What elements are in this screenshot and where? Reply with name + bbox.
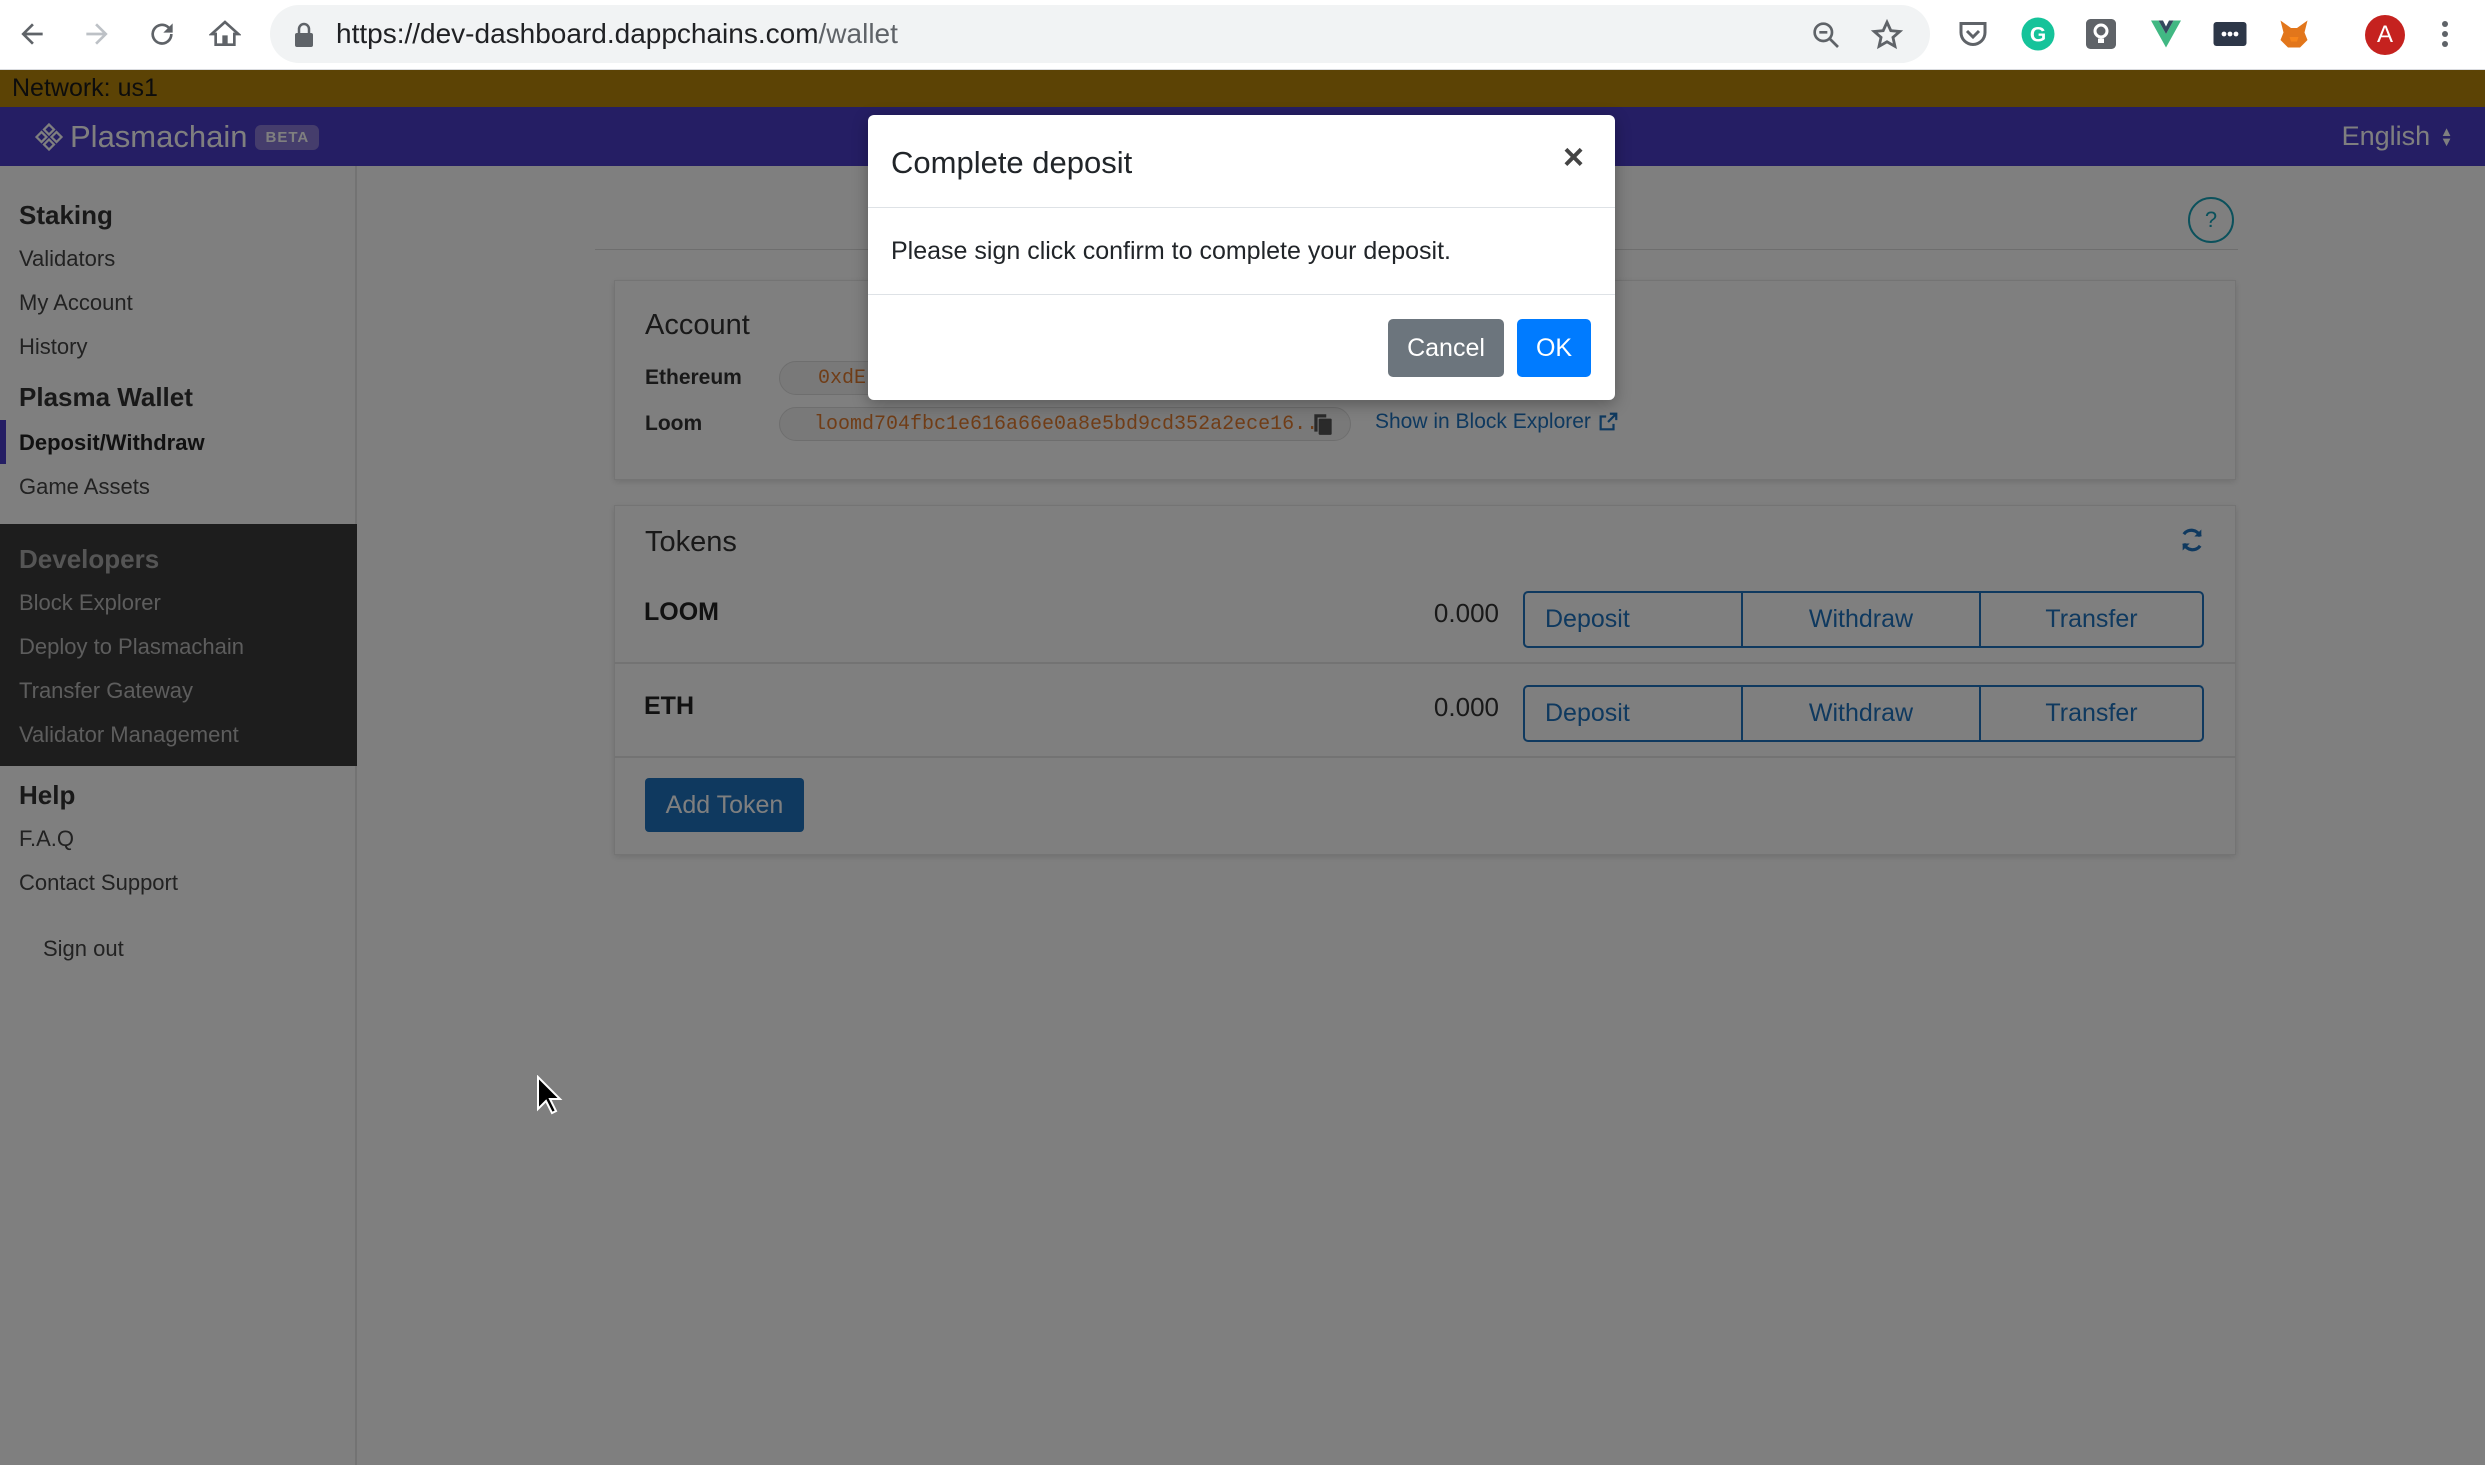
modal-divider (868, 294, 1615, 295)
lock-icon (295, 22, 313, 47)
address-bar[interactable]: https://dev-dashboard.dappchains.com/wal… (270, 5, 1930, 63)
grammarly-icon[interactable]: G (2020, 16, 2056, 52)
back-icon[interactable] (12, 14, 52, 54)
home-icon[interactable] (205, 14, 245, 54)
complete-deposit-modal: Complete deposit × Please sign click con… (868, 115, 1615, 400)
bulb-extension-icon[interactable] (2083, 16, 2119, 52)
mouse-cursor-icon (537, 1075, 563, 1115)
pocket-icon[interactable] (1955, 16, 1991, 52)
forward-icon[interactable] (77, 14, 117, 54)
modal-divider (868, 207, 1615, 208)
zoom-icon[interactable] (1810, 19, 1842, 51)
svg-text:G: G (2030, 24, 2046, 47)
profile-avatar[interactable]: A (2365, 15, 2405, 55)
ok-button[interactable]: OK (1517, 319, 1591, 377)
browser-toolbar: https://dev-dashboard.dappchains.com/wal… (0, 0, 2485, 70)
modal-body-text: Please sign click confirm to complete yo… (891, 237, 1451, 265)
browser-menu-icon[interactable] (2435, 14, 2455, 54)
cancel-button[interactable]: Cancel (1388, 319, 1504, 377)
reload-icon[interactable] (142, 14, 182, 54)
vue-devtools-icon[interactable] (2148, 16, 2184, 52)
url-text: https://dev-dashboard.dappchains.com/wal… (336, 18, 898, 49)
modal-title: Complete deposit (891, 145, 1133, 180)
bookmark-star-icon[interactable] (1870, 18, 1904, 52)
password-manager-icon[interactable] (2212, 16, 2248, 52)
close-icon[interactable]: × (1563, 139, 1584, 175)
metamask-fox-icon[interactable] (2276, 16, 2312, 52)
